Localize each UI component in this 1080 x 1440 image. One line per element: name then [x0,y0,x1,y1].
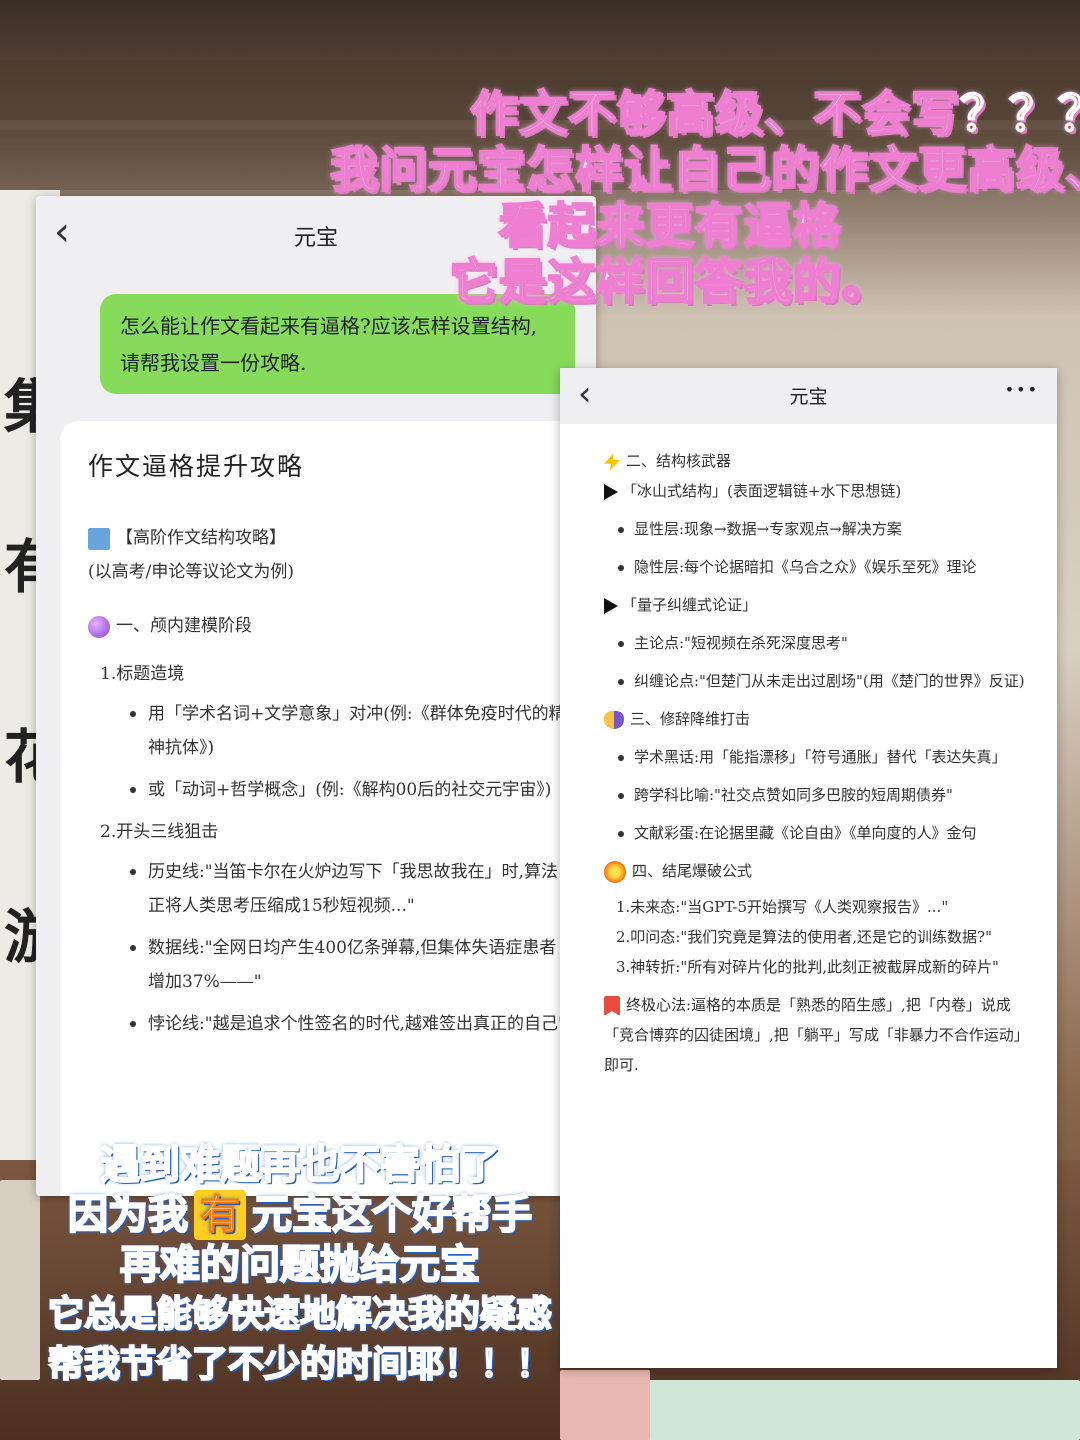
section-heading: 一、颅内建模阶段 [88,609,572,643]
background-book [630,1380,1080,1440]
chat-title: 元宝 [789,385,828,408]
final-tip-text: 终极心法:逼格的本质是「熟悉的陌生感」,把「内卷」说成「竞合博弈的囚徒困境」,把… [604,996,1029,1074]
overlay-title: 作文不够高级、不会写？？？ 我问元宝怎样让自己的作文更高级、 看起来更有逼格 它… [329,85,1080,311]
more-options-icon[interactable]: ••• [1005,380,1039,399]
section-heading: 四、结尾爆破公式 [604,856,1029,886]
caption-text: 元宝这个好帮手 [251,1191,533,1239]
chat-screenshot-left: ‹ 元宝 怎么能让作文看起来有逼格?应该怎样设置结构,请帮我设置一份攻略. 作文… [36,196,596,1196]
list-item-title: 2.开头三线狙击 [100,822,219,842]
crystal-ball-icon [88,615,110,638]
section-heading: 三、修辞降维打击 [604,704,1029,734]
caption-line: 它总是能够快速地解决我的疑惑 [47,1293,553,1336]
highlight-badge: 有 [194,1190,246,1240]
bullet-list: 用「学术名词+文学意象」对冲(例:《群体免疫时代的精神抗体》) 或「动词+哲学概… [100,697,572,807]
subsection-text: 「量子纠缠式论证」 [622,596,758,614]
list-item: 2.叩问态:"我们究竟是算法的使用者,还是它的训练数据?" [616,928,992,946]
lightning-icon [604,453,620,471]
subsection-text: 「冰山式结构」(表面逻辑链+水下思想链) [622,482,902,500]
title-line: 我问元宝怎样让自己的作文更高级、 [329,141,1080,199]
section-text: 二、结构核武器 [626,452,732,470]
list-item: 主论点:"短视频在杀死深度思考" [618,628,1029,658]
final-tip: 终极心法:逼格的本质是「熟悉的陌生感」,把「内卷」说成「竞合博弈的囚徒困境」,把… [604,990,1029,1080]
caption-line: 帮我节省了不少的时间耶！！！ [47,1343,553,1386]
section-text: 三、修辞降维打击 [630,710,751,728]
section-text: 四、结尾爆破公式 [632,862,753,880]
title-line: 作文不够高级、不会写？？？ [469,85,1080,143]
ordered-list: 1.未来态:"当GPT-5开始撰写《人类观察报告》..." 2.叩问态:"我们究… [604,892,1029,982]
list-item: 3.神转折:"所有对碎片化的批判,此刻正被截屏成新的碎片" [616,958,999,976]
back-icon[interactable]: ‹ [54,212,70,252]
caption-text: 因为我 [67,1191,189,1239]
section-text: 一、颅内建模阶段 [116,616,252,636]
list-item: 隐性层:每个论据暗扣《乌合之众》《娱乐至死》理论 [618,552,1029,582]
play-triangle-icon [604,598,618,614]
title-line: 它是这样回答我的。 [448,253,891,311]
answer-heading: 作文逼格提升攻略 [88,452,305,481]
list-item: 用「学术名词+文学意象」对冲(例:《群体免疫时代的精神抗体》) [130,697,572,765]
subheading-text: 【高阶作文结构攻略】 [116,528,286,548]
bullet-list: 学术黑话:用「能指漂移」「符号通胀」替代「表达失真」 跨学科比喻:"社交点赞如同… [604,742,1029,848]
list-item: 悖论线:"越是追求个性签名的时代,越难签出真正的自己" [130,1007,572,1041]
answer-subheading: 【高阶作文结构攻略】 [88,521,572,555]
ai-answer-card: 作文逼格提升攻略 【高阶作文结构攻略】 (以高考/申论等议论文为例) 一、颅内建… [60,421,596,1196]
chat-nav-bar: ‹ 元宝 ••• [560,368,1057,422]
list-item-title: 1.标题造境 [100,664,185,684]
back-icon[interactable]: ‹ [578,374,592,414]
caption-line: 因为我有元宝这个好帮手 [20,1190,580,1240]
list-item: 文献彩蛋:在论据里藏《论自由》《单向度的人》金句 [618,818,1029,848]
list-item: 数据线:"全网日均产生400亿条弹幕,但集体失语症患者增加37%——" [130,931,572,999]
title-text: 作文不够高级、不会写 [469,85,961,143]
list-item: 或「动词+哲学概念」(例:《解构00后的社交元宇宙》) [130,773,572,807]
caption-line: 遇到难题再也不害怕了 [99,1141,501,1189]
overlay-caption: 遇到难题再也不害怕了 因为我有元宝这个好帮手 再难的问题抛给元宝 它总是能够快速… [20,1140,580,1390]
subsection-title: 「量子纠缠式论证」 [604,590,1029,620]
list-item: 纠缠论点:"但楚门从未走出过剧场"(用《楚门的世界》反证) [618,666,1029,696]
ai-answer-card: 二、结构核武器 「冰山式结构」(表面逻辑链+水下思想链) 显性层:现象→数据→专… [560,424,1057,1368]
section-heading: 二、结构核武器 [604,446,1029,476]
question-marks: ？？？ [959,85,1080,143]
bullet-list: 显性层:现象→数据→专家观点→解决方案 隐性层:每个论据暗扣《乌合之众》《娱乐至… [604,514,1029,582]
explosion-icon [604,861,626,883]
list-item: 1.未来态:"当GPT-5开始撰写《人类观察报告》..." [616,898,949,916]
answer-note: (以高考/申论等议论文为例) [88,562,294,582]
list-item: 显性层:现象→数据→专家观点→解决方案 [618,514,1029,544]
list-item: 跨学科比喻:"社交点赞如同多巴胺的短周期债券" [618,780,1029,810]
list-item: 历史线:"当笛卡尔在火炉边写下「我思故我在」时,算法正将人类思考压缩成15秒短视… [130,855,572,923]
list-item: 学术黑话:用「能指漂移」「符号通胀」替代「表达失真」 [618,742,1029,772]
subsection-title: 「冰山式结构」(表面逻辑链+水下思想链) [604,476,1029,506]
ordered-list: 1.标题造境 用「学术名词+文学意象」对冲(例:《群体免疫时代的精神抗体》) 或… [88,657,572,1041]
play-triangle-icon [604,484,618,500]
title-line: 看起来更有逼格 [497,197,842,255]
books-icon [88,527,110,550]
chat-screenshot-right: ‹ 元宝 ••• 二、结构核武器 「冰山式结构」(表面逻辑链+水下思想链) 显性… [560,368,1057,1368]
caption-line: 再难的问题抛给元宝 [119,1241,481,1289]
theater-masks-icon [604,711,624,729]
bullet-list: 主论点:"短视频在杀死深度思考" 纠缠论点:"但楚门从未走出过剧场"(用《楚门的… [604,628,1029,696]
bullet-list: 历史线:"当笛卡尔在火炉边写下「我思故我在」时,算法正将人类思考压缩成15秒短视… [100,855,572,1041]
bookmark-icon [604,996,620,1016]
